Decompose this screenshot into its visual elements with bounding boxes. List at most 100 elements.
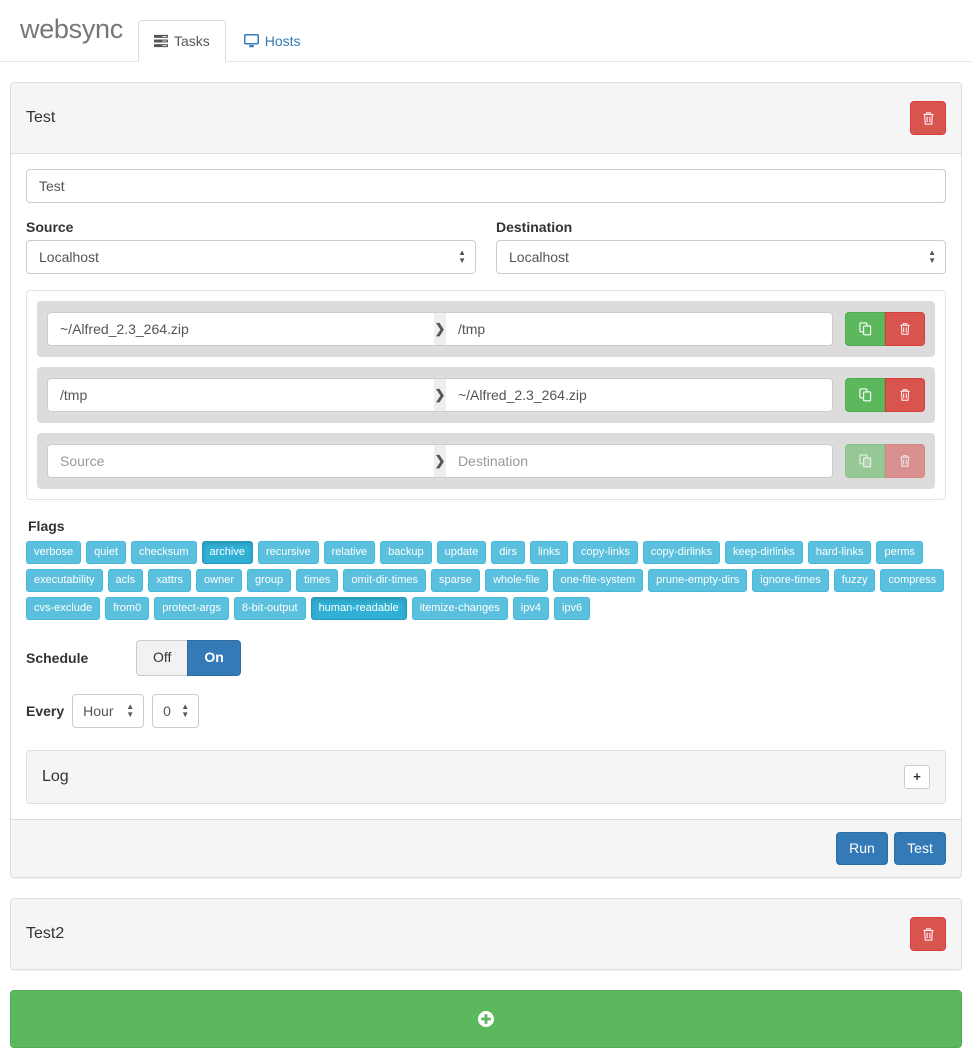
path-source-input[interactable] [47, 378, 435, 412]
source-host-select[interactable]: Localhost [26, 240, 476, 274]
path-source-input[interactable] [47, 444, 435, 478]
tab-hosts[interactable]: Hosts [228, 20, 317, 62]
task-title: Test2 [26, 925, 65, 943]
path-input-group: ❯ [47, 312, 833, 346]
path-destination-input[interactable] [445, 312, 833, 346]
delete-path-button[interactable] [885, 444, 925, 478]
desktop-icon [243, 34, 259, 48]
path-row: ❯ [37, 367, 935, 423]
duplicate-path-button[interactable] [845, 378, 885, 412]
chevron-right-icon: ❯ [434, 444, 446, 478]
add-task-button[interactable] [10, 990, 962, 1048]
flag-sparse[interactable]: sparse [431, 569, 481, 592]
flag-copy-dirlinks[interactable]: copy-dirlinks [642, 541, 721, 564]
flags-list: verbose quiet checksum archive recursive… [26, 541, 946, 620]
delete-path-button[interactable] [885, 312, 925, 346]
path-row: ❯ [37, 301, 935, 357]
flag-whole-file[interactable]: whole-file [485, 569, 548, 592]
flag-acls[interactable]: acls [107, 569, 144, 592]
path-row-actions [845, 312, 925, 346]
flag-ipv6[interactable]: ipv6 [553, 597, 591, 620]
flag-update[interactable]: update [436, 541, 487, 564]
path-row-actions [845, 444, 925, 478]
task-action-buttons: Run Test [836, 831, 946, 866]
tab-hosts-label: Hosts [264, 33, 301, 49]
destination-host-select[interactable]: Localhost [496, 240, 946, 274]
path-destination-input[interactable] [445, 378, 833, 412]
schedule-number-select-wrap: 0 ▲ ▼ [152, 693, 200, 728]
path-row: ❯ [37, 433, 935, 489]
flag-keep-dirlinks[interactable]: keep-dirlinks [725, 541, 803, 564]
flag-fuzzy[interactable]: fuzzy [833, 569, 876, 592]
schedule-row: Schedule Off On [26, 640, 946, 676]
flag-omit-dir-times[interactable]: omit-dir-times [343, 569, 427, 592]
run-button[interactable]: Run [836, 831, 888, 866]
flag-ipv4[interactable]: ipv4 [512, 597, 549, 620]
duplicate-path-button[interactable] [845, 312, 885, 346]
schedule-number-select[interactable]: 0 [152, 693, 200, 728]
path-destination-input[interactable] [445, 444, 833, 478]
flag-checksum[interactable]: checksum [131, 541, 197, 564]
task-panel: Test2 [10, 898, 962, 971]
page-container: Test Source [0, 62, 972, 1048]
duplicate-path-button[interactable] [845, 444, 885, 478]
schedule-label: Schedule [26, 649, 89, 666]
trash-icon [899, 388, 911, 402]
path-input-group: ❯ [47, 444, 833, 478]
source-host-select-wrap: Localhost ▲ ▼ [26, 240, 476, 274]
flag-quiet[interactable]: quiet [86, 541, 126, 564]
schedule-off-button[interactable]: Off [136, 640, 188, 676]
flag-xattrs[interactable]: xattrs [148, 569, 192, 592]
flag-hard-links[interactable]: hard-links [807, 541, 872, 564]
schedule-on-button[interactable]: On [187, 640, 241, 676]
flag-from0[interactable]: from0 [105, 597, 150, 620]
flag-links[interactable]: links [529, 541, 568, 564]
log-panel-header[interactable]: Log + [27, 750, 945, 803]
delete-path-button[interactable] [885, 378, 925, 412]
flag-dirs[interactable]: dirs [491, 541, 525, 564]
flag-recursive[interactable]: recursive [258, 541, 319, 564]
flag-itemize-changes[interactable]: itemize-changes [411, 597, 508, 620]
task-panel: Test Source [10, 82, 962, 879]
flag-times[interactable]: times [296, 569, 339, 592]
plus-circle-icon [477, 1010, 495, 1028]
flag-archive[interactable]: archive [201, 541, 253, 564]
flag-human-readable[interactable]: human-readable [310, 597, 407, 620]
path-source-input[interactable] [47, 312, 435, 346]
path-row-actions [845, 378, 925, 412]
task-panel-header[interactable]: Test2 [11, 899, 961, 970]
task-name-input[interactable] [26, 169, 946, 203]
task-panel-header[interactable]: Test [11, 83, 961, 154]
flag-perms[interactable]: perms [876, 541, 924, 564]
schedule-unit-select[interactable]: Hour [72, 693, 145, 728]
task-panel-body: Source Localhost ▲▼ Destination [11, 154, 961, 819]
flag-ignore-times[interactable]: ignore-times [752, 569, 829, 592]
chevron-right-icon: ❯ [434, 378, 446, 412]
copy-icon [858, 388, 872, 402]
flag-cvs-exclude[interactable]: cvs-exclude [26, 597, 101, 620]
app-brand[interactable]: websync [15, 16, 138, 61]
flag-8-bit-output[interactable]: 8-bit-output [233, 597, 306, 620]
add-log-button[interactable]: + [904, 764, 930, 789]
delete-task-button[interactable] [910, 101, 946, 135]
tab-tasks-label: Tasks [173, 33, 210, 49]
flag-one-file-system[interactable]: one-file-system [552, 569, 644, 592]
destination-host-select-wrap: Localhost ▲ ▼ [496, 240, 946, 274]
source-host-group: Source Localhost ▲ ▼ [26, 219, 476, 274]
copy-icon [858, 454, 872, 468]
delete-task-button[interactable] [910, 917, 946, 952]
flag-owner[interactable]: owner [196, 569, 242, 592]
trash-icon [899, 322, 911, 336]
destination-host-group: Destination Localhost ▲ ▼ [496, 219, 946, 274]
flag-copy-links[interactable]: copy-links [572, 541, 638, 564]
flag-prune-empty-dirs[interactable]: prune-empty-dirs [648, 569, 748, 592]
tab-tasks[interactable]: Tasks [137, 20, 226, 62]
flag-relative[interactable]: relative [323, 541, 376, 564]
test-button[interactable]: Test [894, 831, 946, 866]
flag-protect-args[interactable]: protect-args [154, 597, 229, 620]
flag-verbose[interactable]: verbose [26, 541, 82, 564]
flag-backup[interactable]: backup [380, 541, 432, 564]
flag-executability[interactable]: executability [26, 569, 103, 592]
flag-group[interactable]: group [246, 569, 292, 592]
flag-compress[interactable]: compress [880, 569, 945, 592]
